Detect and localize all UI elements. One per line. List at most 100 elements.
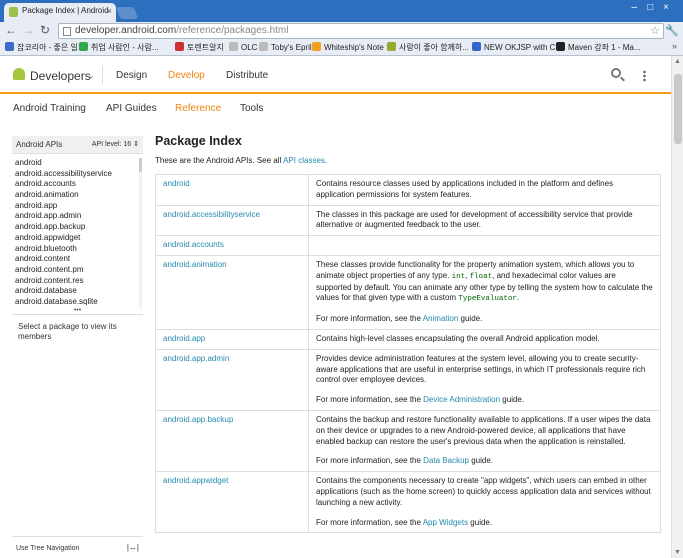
guide-link[interactable]: App Widgets [423, 518, 468, 527]
scroll-down-icon[interactable]: ▼ [674, 549, 681, 556]
bookmark-item[interactable]: 잡코리아 - 좋은 일... [5, 42, 85, 53]
sidebar-package-link[interactable]: android.appwidget [12, 233, 143, 244]
package-list[interactable]: android android.accessibilityservice andro… [12, 158, 143, 308]
new-tab-button[interactable] [115, 7, 139, 19]
package-name-link[interactable]: android.appwidget [163, 476, 228, 485]
sidebar-package-link[interactable]: android [12, 158, 143, 169]
package-name-link[interactable]: android.animation [163, 260, 227, 269]
package-list-scrollbar[interactable] [139, 158, 142, 308]
window-controls-icon[interactable]: –□× [632, 2, 679, 13]
scroll-thumb[interactable] [139, 158, 142, 172]
package-name-link[interactable]: android [163, 179, 190, 188]
guide-link[interactable]: Animation [423, 314, 459, 323]
bookmark-item[interactable]: 사랑이 좋아 함께하... [387, 42, 469, 53]
package-description: Contains resource classes used by applic… [316, 179, 653, 201]
package-name-link[interactable]: android.app.backup [163, 415, 233, 424]
collapse-sidebar-icon[interactable]: |↔| [127, 543, 139, 552]
sidebar-package-link[interactable]: android.content.res [12, 276, 143, 287]
bookmark-item[interactable]: OLC [229, 42, 257, 52]
close-tab-icon[interactable]: × [107, 6, 112, 16]
bookmark-item[interactable]: Toby's Epril [259, 42, 312, 52]
description-text: Contains the backup and restore function… [316, 414, 651, 446]
nav-distribute[interactable]: Distribute [226, 70, 268, 81]
bookmark-label: NEW OKJSP with C... [484, 43, 563, 52]
description-text: Contains the components necessary to cre… [316, 476, 651, 507]
wrench-menu-icon[interactable]: 🔧 [665, 24, 679, 37]
sidebar-package-link[interactable]: android.animation [12, 190, 143, 201]
search-icon[interactable] [611, 68, 621, 78]
package-description-cell: These classes provide functionality for … [308, 254, 661, 330]
browser-chrome: Package Index | Android × –□× ← → ↻ deve… [0, 0, 683, 56]
bookmark-favicon-icon [79, 42, 88, 51]
package-description: Contains the backup and restore function… [316, 415, 653, 447]
sidebar-footer: Use Tree Navigation |↔| [12, 536, 143, 558]
more-info-suffix: guide. [468, 517, 493, 527]
forward-arrow-icon[interactable]: → [22, 23, 34, 37]
reload-icon[interactable]: ↻ [40, 23, 50, 37]
tree-navigation-link[interactable]: Use Tree Navigation [16, 545, 79, 552]
address-bar[interactable]: developer.android.com/reference/packages… [58, 23, 664, 39]
guide-link[interactable]: Device Administration [423, 395, 500, 404]
resize-grip-icon[interactable]: ••• [12, 307, 143, 315]
sidebar-package-link[interactable]: android.bluetooth [12, 244, 143, 255]
guide-link[interactable]: Data Backup [423, 456, 469, 465]
subnav-tools[interactable]: Tools [240, 103, 263, 114]
nav-design[interactable]: Design [116, 70, 147, 81]
table-row: android.app Contains high-level classes e… [155, 328, 661, 350]
sidebar-package-link[interactable]: android.content.pm [12, 265, 143, 276]
bookmark-star-icon[interactable]: ☆ [650, 24, 660, 37]
bookmark-item[interactable]: NEW OKJSP with C... [472, 42, 562, 52]
sidebar-package-link[interactable]: android.content [12, 254, 143, 265]
api-sidebar: Android APIs API level: 16 ⇕ android andr… [12, 136, 143, 558]
sidebar-package-link[interactable]: android.app.admin [12, 211, 143, 222]
subnav-reference[interactable]: Reference [175, 103, 221, 114]
table-row: android.animation These classes provide f… [155, 254, 661, 330]
android-logo-icon[interactable] [13, 68, 25, 80]
api-classes-link[interactable]: API classes [283, 156, 325, 165]
package-name-link[interactable]: android.accessibilityservice [163, 210, 260, 219]
package-name-cell: android.app.admin [155, 348, 309, 411]
more-info-prefix: For more information, see the [316, 456, 424, 466]
page-scroll-thumb[interactable] [674, 74, 682, 144]
package-description-cell: Provides device administration features … [308, 348, 661, 411]
bookmark-item[interactable]: Maven 강좌 1 - Ma... [556, 42, 641, 53]
package-name-link[interactable]: android.app.admin [163, 354, 229, 363]
sidebar-package-link[interactable]: android.accounts [12, 179, 143, 190]
browser-tab[interactable]: Package Index | Android × [4, 3, 116, 22]
back-arrow-icon[interactable]: ← [5, 23, 17, 37]
package-description: These classes provide functionality for … [316, 259, 653, 304]
sidebar-package-link[interactable]: android.app [12, 201, 143, 212]
bookmark-item[interactable]: 토렌트알지 [175, 42, 224, 53]
subnav-api-guides[interactable]: API Guides [106, 103, 157, 114]
page-scrollbar[interactable]: ▲ ▼ [671, 56, 683, 558]
more-bookmarks-icon[interactable]: » [672, 41, 677, 51]
intro-end: . [324, 156, 328, 165]
api-level-value: 16 [123, 141, 132, 148]
package-description-cell: Contains the backup and restore function… [308, 409, 661, 473]
more-info-prefix: For more information, see the [316, 395, 424, 405]
bookmark-favicon-icon [556, 42, 565, 51]
table-row: android.appwidget Contains the components… [155, 471, 661, 534]
scroll-up-icon[interactable]: ▲ [674, 58, 681, 65]
api-level-selector[interactable]: API level: 16 ⇕ [92, 140, 139, 148]
subnav-android-training[interactable]: Android Training [13, 103, 86, 114]
table-row: android.accounts [155, 235, 661, 256]
sidebar-package-link[interactable]: android.app.backup [12, 222, 143, 233]
bookmark-item[interactable]: 취업 사람인 - 사람... [79, 42, 159, 53]
url-path: /reference/packages.html [176, 25, 289, 36]
sidebar-package-link[interactable]: android.database [12, 286, 143, 297]
package-name-link[interactable]: android.app [163, 334, 205, 343]
bookmark-favicon-icon [5, 42, 14, 51]
bookmark-label: 잡코리아 - 좋은 일... [17, 43, 85, 52]
package-name-link[interactable]: android.accounts [163, 240, 224, 249]
chevron-down-icon[interactable]: ⌄ [88, 71, 95, 80]
overflow-menu-icon[interactable] [643, 70, 646, 82]
more-info-suffix: guide. [500, 395, 525, 405]
bookmark-item[interactable]: Whiteship's Note :: [312, 42, 390, 52]
sidebar-package-link[interactable]: android.accessibilityservice [12, 169, 143, 180]
nav-develop[interactable]: Develop [168, 70, 205, 81]
brand-name[interactable]: Developers [30, 69, 91, 83]
table-row: android Contains resource classes used by… [155, 174, 661, 206]
more-info: For more information, see the Data Backu… [316, 456, 653, 467]
tab-title: Package Index | Android [22, 6, 109, 15]
